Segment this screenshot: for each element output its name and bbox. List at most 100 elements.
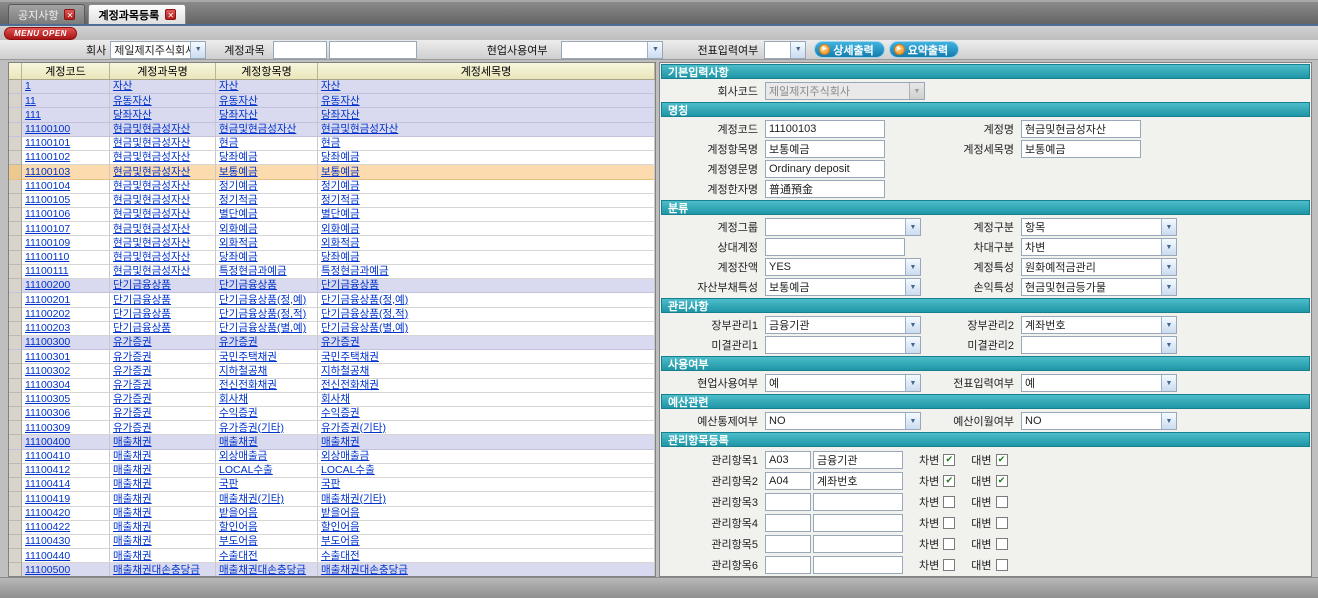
debit-checkbox[interactable]: ✔ — [943, 475, 955, 487]
credit-checkbox[interactable] — [996, 496, 1008, 508]
grid-row[interactable]: 11100500매출채권대손충당금매출채권대손충당금매출채권대손충당금 — [9, 563, 655, 577]
cell-account-code: 11100440 — [22, 549, 110, 563]
mgmt-item-name-input[interactable] — [813, 514, 903, 532]
grid-row[interactable]: 11100309유가증권유가증권(기타)유가증권(기타) — [9, 421, 655, 435]
cell-detail-name: 수출대전 — [318, 549, 655, 563]
company-code-select[interactable]: 제일제지주식회사 ▼ — [765, 82, 925, 100]
slip-filter-label: 전표입력여부 — [697, 42, 758, 58]
book-mgmt1-select[interactable]: 금융기관 ▼ — [765, 316, 921, 334]
credit-checkbox[interactable] — [996, 538, 1008, 550]
menu-open-button[interactable]: MENU OPEN — [4, 27, 77, 40]
credit-checkbox[interactable] — [996, 517, 1008, 529]
open-mgmt2-select[interactable]: ▼ — [1021, 336, 1177, 354]
budget-carry-select[interactable]: NO ▼ — [1021, 412, 1177, 430]
grid-row[interactable]: 11100203단기금융상품단기금융상품(별,예)단기금융상품(별,예) — [9, 322, 655, 336]
account-character-select[interactable]: 원화예적금관리 ▼ — [1021, 258, 1177, 276]
cell-account-code: 11100301 — [22, 350, 110, 364]
company-select[interactable]: 제일제지주식회사 ▼ — [110, 41, 206, 59]
close-icon[interactable]: ✕ — [64, 9, 75, 20]
grid-row[interactable]: 11100306유가증권수익증권수익증권 — [9, 407, 655, 421]
row-indicator — [9, 279, 22, 293]
credit-checkbox[interactable] — [996, 559, 1008, 571]
account-gubun-select[interactable]: 항목 ▼ — [1021, 218, 1177, 236]
grid-row-selected[interactable]: 11100103현금및현금성자산보통예금보통예금 — [9, 165, 655, 179]
detail-print-button[interactable]: ▶ 상세출력 — [814, 41, 884, 58]
use-filter-select[interactable]: ▼ — [561, 41, 663, 59]
mgmt-item-code-input[interactable] — [765, 451, 811, 469]
grid-row[interactable]: 11100304유가증권전신전화채권전신전화채권 — [9, 379, 655, 393]
grid-row[interactable]: 11100410매출채권외상매출금외상매출금 — [9, 450, 655, 464]
debit-checkbox[interactable] — [943, 517, 955, 529]
grid-row[interactable]: 11100110현금및현금성자산당좌예금당좌예금 — [9, 251, 655, 265]
grid-row[interactable]: 111당좌자산당좌자산당좌자산 — [9, 108, 655, 122]
grid-row[interactable]: 11100200단기금융상품단기금융상품단기금융상품 — [9, 279, 655, 293]
tab-notice[interactable]: 공지사항 ✕ — [8, 4, 85, 24]
grid-row[interactable]: 11100305유가증권회사채회사채 — [9, 393, 655, 407]
cell-item-name: 당좌예금 — [216, 251, 318, 265]
grid-row[interactable]: 11100107현금및현금성자산외화예금외화예금 — [9, 222, 655, 236]
book-mgmt2-select[interactable]: 계좌번호 ▼ — [1021, 316, 1177, 334]
mgmt-item-code-input[interactable] — [765, 556, 811, 574]
asset-liability-select[interactable]: 보통예금 ▼ — [765, 278, 921, 296]
grid-row[interactable]: 11100430매출채권부도어음부도어음 — [9, 535, 655, 549]
mgmt-item-name-input[interactable] — [813, 472, 903, 490]
grid-row[interactable]: 11100422매출채권할인어음할인어음 — [9, 521, 655, 535]
grid-row[interactable]: 11100414매출채권국판국판 — [9, 478, 655, 492]
mgmt-item-name-input[interactable] — [813, 535, 903, 553]
item-name-input[interactable] — [765, 140, 885, 158]
mgmt-item-code-input[interactable] — [765, 493, 811, 511]
grid-row[interactable]: 11100201단기금융상품단기금융상품(정,예)단기금융상품(정,예) — [9, 293, 655, 307]
mgmt-item-name-input[interactable] — [813, 451, 903, 469]
grid-row[interactable]: 11100412매출채권LOCAL수출LOCAL수출 — [9, 464, 655, 478]
grid-row[interactable]: 11100420매출채권받을어음받을어음 — [9, 507, 655, 521]
close-icon[interactable]: ✕ — [165, 9, 176, 20]
summary-print-button[interactable]: ▶ 요약출력 — [889, 41, 959, 58]
grid-row[interactable]: 11100101현금및현금성자산현금현금 — [9, 137, 655, 151]
grid-row[interactable]: 11유동자산유동자산유동자산 — [9, 94, 655, 108]
mgmt-item-code-input[interactable] — [765, 472, 811, 490]
debit-checkbox[interactable] — [943, 559, 955, 571]
debit-checkbox[interactable] — [943, 538, 955, 550]
debit-checkbox[interactable] — [943, 496, 955, 508]
grid-row[interactable]: 11100202단기금융상품단기금융상품(정,적)단기금융상품(정,적) — [9, 308, 655, 322]
mgmt-item-code-input[interactable] — [765, 514, 811, 532]
credit-checkbox[interactable]: ✔ — [996, 475, 1008, 487]
grid-row[interactable]: 11100301유가증권국민주택채권국민주택채권 — [9, 350, 655, 364]
grid-row[interactable]: 11100100현금및현금성자산현금및현금성자산현금및현금성자산 — [9, 123, 655, 137]
credit-checkbox[interactable]: ✔ — [996, 454, 1008, 466]
grid-row[interactable]: 11100105현금및현금성자산정기적금정기적금 — [9, 194, 655, 208]
grid-row[interactable]: 11100419매출채권매출채권(기타)매출채권(기타) — [9, 492, 655, 506]
mgmt-item-name-input[interactable] — [813, 556, 903, 574]
grid-row[interactable]: 11100302유가증권지하철공채지하철공채 — [9, 364, 655, 378]
open-mgmt1-select[interactable]: ▼ — [765, 336, 921, 354]
grid-row[interactable]: 11100300유가증권유가증권유가증권 — [9, 336, 655, 350]
grid-row[interactable]: 11100109현금및현금성자산외화적금외화적금 — [9, 236, 655, 250]
grid-row[interactable]: 1자산자산자산 — [9, 80, 655, 94]
debit-credit-gubun-select[interactable]: 차변 ▼ — [1021, 238, 1177, 256]
grid-row[interactable]: 11100102현금및현금성자산당좌예금당좌예금 — [9, 151, 655, 165]
account-balance-select[interactable]: YES ▼ — [765, 258, 921, 276]
account-group-select[interactable]: ▼ — [765, 218, 921, 236]
mgmt-item-code-input[interactable] — [765, 535, 811, 553]
account-name-filter-input[interactable] — [329, 41, 417, 59]
grid-row[interactable]: 11100111현금및현금성자산특정현금과예금특정현금과예금 — [9, 265, 655, 279]
mgmt-item-name-input[interactable] — [813, 493, 903, 511]
grid-row[interactable]: 11100106현금및현금성자산별단예금별단예금 — [9, 208, 655, 222]
profit-loss-select[interactable]: 현금및현금등가물 ▼ — [1021, 278, 1177, 296]
english-name-input[interactable] — [765, 160, 885, 178]
debit-checkbox[interactable]: ✔ — [943, 454, 955, 466]
detail-name-input[interactable] — [1021, 140, 1141, 158]
slip-filter-select[interactable]: ▼ — [764, 41, 806, 59]
budget-control-select[interactable]: NO ▼ — [765, 412, 921, 430]
slip-select[interactable]: 예 ▼ — [1021, 374, 1177, 392]
hanja-name-input[interactable] — [765, 180, 885, 198]
account-name-input[interactable] — [1021, 120, 1141, 138]
account-code-input[interactable] — [765, 120, 885, 138]
use-select[interactable]: 예 ▼ — [765, 374, 921, 392]
contra-account-input[interactable] — [765, 238, 905, 256]
tab-account-registration[interactable]: 계정과목등록 ✕ — [88, 4, 186, 24]
grid-row[interactable]: 11100400매출채권매출채권매출채권 — [9, 435, 655, 449]
account-code-filter-input[interactable] — [273, 41, 327, 59]
grid-row[interactable]: 11100440매출채권수출대전수출대전 — [9, 549, 655, 563]
grid-row[interactable]: 11100104현금및현금성자산정기예금정기예금 — [9, 180, 655, 194]
